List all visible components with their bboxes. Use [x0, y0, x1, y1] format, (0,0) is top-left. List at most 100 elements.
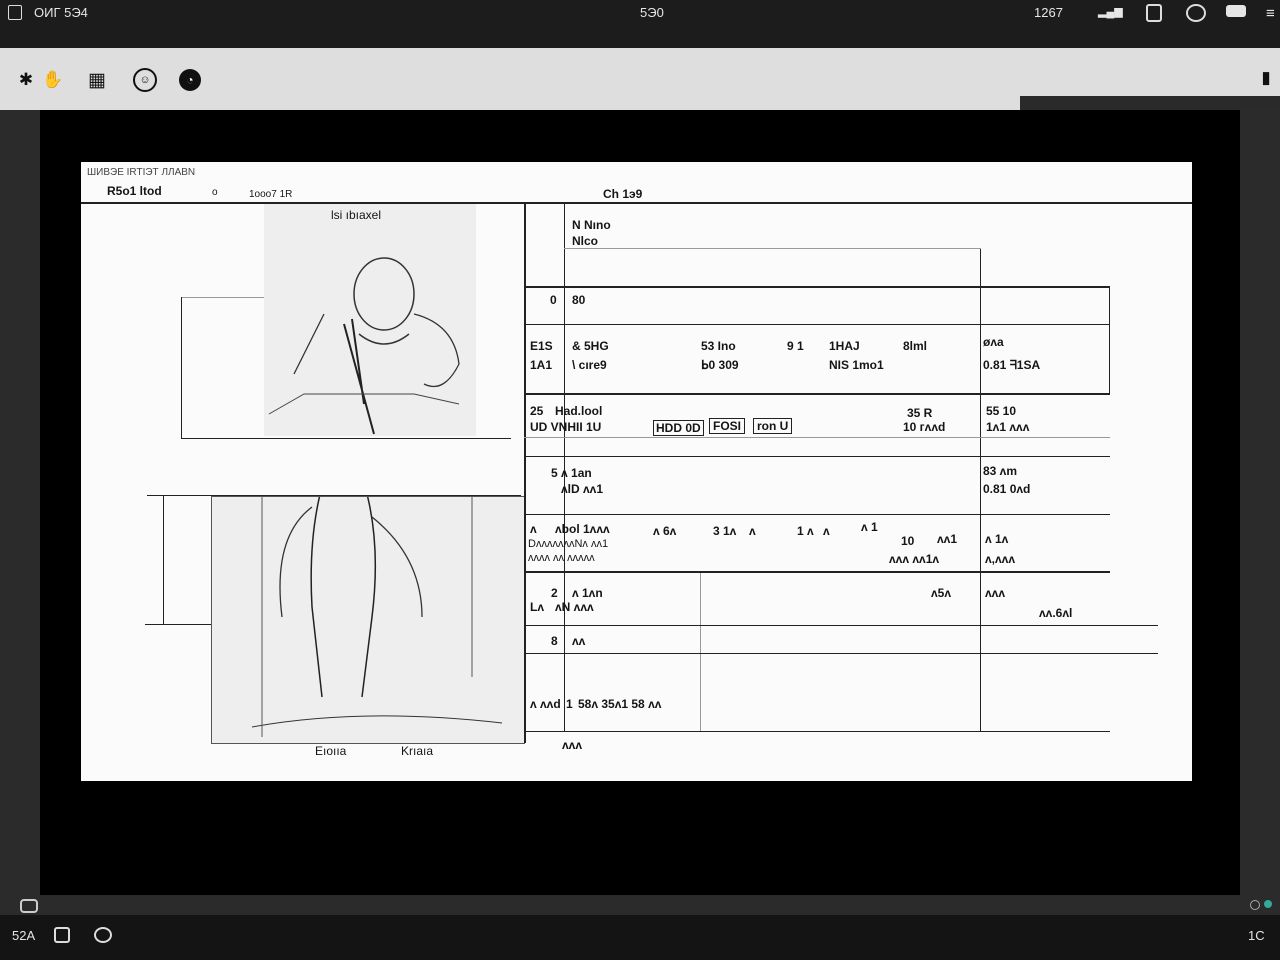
table-row-line: [524, 437, 1110, 438]
cell-text: ᴧ5ᴧ: [931, 586, 952, 600]
sketch-caption-right: Krıaıa: [401, 744, 434, 758]
taskbar: 52A 1C: [0, 915, 1280, 960]
book-icon[interactable]: ▮: [1254, 64, 1278, 92]
app-icon[interactable]: [8, 5, 22, 20]
document-sheet: ШИВЭЕ ІRTІЭТ ЛЛАВN R5o1 ltod o 1ooo7 1R …: [81, 162, 1192, 781]
frame-line: [181, 297, 265, 298]
table-row-line: [524, 286, 1110, 288]
chat-icon[interactable]: [20, 899, 38, 913]
doc-center-label: Сh 1э9: [603, 187, 643, 201]
search-icon[interactable]: [94, 927, 112, 943]
sketch-lower: [211, 444, 525, 744]
cell-text: \ cıre9: [572, 358, 607, 372]
cell-text: ᴧᴧᴧᴧ ᴧᴧ ᴧᴧᴧᴧᴧ: [528, 552, 595, 564]
frame-line: [163, 495, 164, 625]
window-icon[interactable]: [54, 927, 70, 943]
sketch-upper: [264, 204, 476, 436]
frame-line: [181, 438, 511, 439]
cell-text: 83 ᴧm: [983, 464, 1018, 478]
cell-box: ron U: [753, 418, 793, 434]
cast-icon[interactable]: [1226, 5, 1246, 17]
table-row-line: [524, 456, 1110, 457]
cell-text: ᴧ 1: [861, 520, 878, 534]
cell-text: ᴧᴧ.6ᴧl: [1039, 606, 1073, 620]
cell-text: UD VNHII 1U: [530, 420, 602, 434]
cell-text: 9 1: [787, 339, 804, 353]
cell-text: ᴧlD ᴧᴧ1: [561, 482, 604, 496]
cell-text: 55 10: [986, 404, 1017, 418]
table-row-line: [524, 731, 1110, 732]
cell-text: 1A1: [530, 358, 553, 372]
cell-text: 0.81 ᖷ1SA: [983, 358, 1041, 372]
doc-top-line: ШИВЭЕ ІRTІЭТ ЛЛАВN: [87, 167, 196, 178]
cell-text: 5 ᴧ 1an: [551, 466, 592, 480]
status-dot-icon: [1250, 900, 1260, 910]
cell-text: NIS 1mo1: [829, 358, 884, 372]
cell-text: N Nıno: [572, 218, 611, 232]
cell-text: ᴧ: [749, 524, 756, 538]
header-rule: [81, 202, 1192, 204]
cell-text: 10: [901, 534, 915, 548]
sketch-head-drawing: [268, 257, 460, 435]
hand-icon[interactable]: ✋: [40, 66, 66, 94]
cell-text: 58ᴧ 35ᴧ1 58 ᴧᴧ: [578, 697, 662, 711]
table-row-line: [524, 653, 1158, 654]
cell-text: 35 R: [907, 406, 933, 420]
cell-text: DᴧᴧᴧᴧᴧᴧᴧNᴧ ᴧᴧ1: [528, 538, 609, 550]
cell-text: 1ᴧ1 ᴧᴧᴧ: [986, 420, 1030, 434]
cell-text: ᴧ ᴧᴧd: [530, 697, 561, 711]
cell-text: 53 Ino: [701, 339, 736, 353]
app-label: ОИГ 5Э4: [34, 5, 88, 20]
toolbar-edge: [1020, 96, 1280, 110]
battery-icon: [1146, 4, 1162, 22]
cell-text: ᴧ: [823, 524, 830, 538]
online-indicator-icon: [1264, 900, 1272, 908]
table-col-line: [1109, 286, 1110, 394]
clock-icon[interactable]: ◔: [176, 66, 204, 94]
frame-line: [181, 297, 182, 439]
cell-text: 3 1ᴧ: [713, 524, 737, 538]
cell-text: ᴧᴧᴧ ᴧᴧ1ᴧ: [889, 552, 940, 566]
table-col-line: [700, 572, 701, 732]
cell-text: 8: [551, 634, 558, 648]
cell-text: ᴧN ᴧᴧᴧ: [555, 600, 594, 614]
table-row-line: [564, 248, 981, 249]
table-row-line: [524, 393, 1110, 395]
table-col-line: [980, 248, 981, 732]
grid-icon[interactable]: ▦: [82, 66, 112, 94]
table-row-line: [524, 571, 1110, 573]
cell-text: 25: [530, 404, 544, 418]
bottom-bar: [0, 895, 1280, 915]
cell-text: ᴧᴧᴧ: [985, 586, 1006, 600]
cell-text: 2: [551, 586, 558, 600]
cell-text: Nlco: [572, 234, 599, 248]
cell-text: ᴧᴧ: [572, 634, 586, 648]
doc-left-small: o: [212, 187, 218, 198]
cell-box: HDD 0D: [653, 420, 704, 436]
doc-mid-small: 1ooo7 1R: [249, 189, 293, 200]
cell-text: ᴧᴧ1: [937, 532, 958, 546]
taskbar-right-label: 1C: [1248, 928, 1265, 943]
wifi-icon: [1186, 4, 1206, 22]
doc-left-label: R5o1 ltod: [107, 184, 162, 198]
sketch-caption-left: Eıoııa: [315, 744, 347, 758]
cell-text: & 5HG: [572, 339, 609, 353]
cell-text: ᴧᴧᴧ: [562, 738, 583, 752]
cell-text: øᴧa: [983, 335, 1004, 349]
table-row-line: [524, 514, 1110, 515]
asterisk-icon[interactable]: ✱: [14, 66, 38, 94]
cell-text: Had.lool: [555, 404, 603, 418]
clock-time: 1267: [1034, 5, 1063, 20]
cell-text: ᴧ: [530, 522, 537, 536]
face-icon[interactable]: ☺: [132, 66, 158, 94]
taskbar-left-label: 52A: [12, 928, 36, 943]
cell-text: ᴧ,ᴧᴧᴧ: [985, 552, 1016, 566]
table-row-line: [524, 324, 1110, 325]
cell-text: Ε1S: [530, 339, 553, 353]
cell-text: Lᴧ: [530, 600, 545, 614]
cell-text: 1HAJ: [829, 339, 860, 353]
cell-text: ᴧ 1ᴧ: [985, 532, 1009, 546]
menu-icon[interactable]: ≡: [1266, 5, 1275, 22]
cell-text: 0: [550, 293, 557, 307]
cell-text: 8lml: [903, 339, 928, 353]
